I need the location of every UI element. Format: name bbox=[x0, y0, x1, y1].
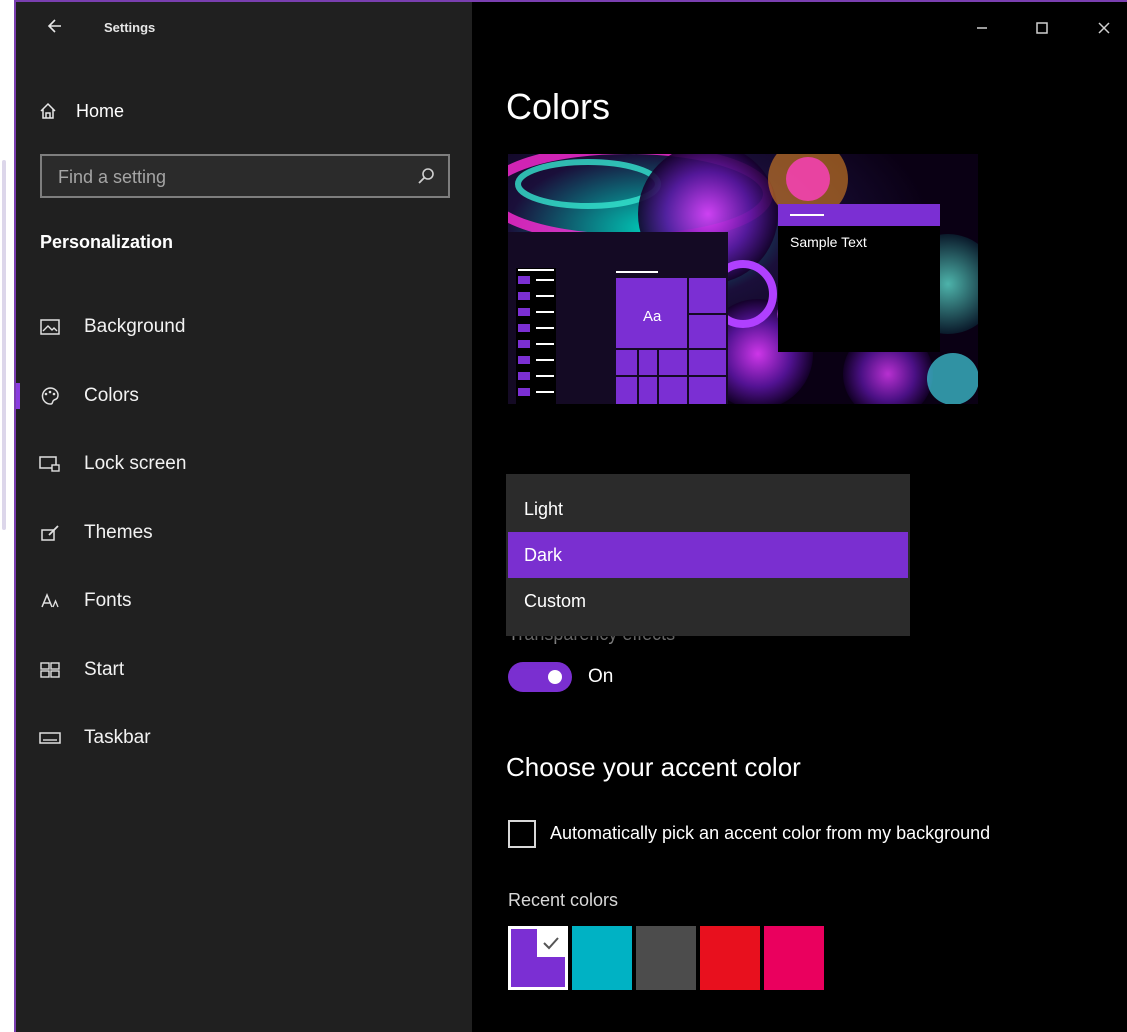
sidebar-item-label: Lock screen bbox=[84, 453, 187, 474]
theme-preview: Aa Sample Text bbox=[508, 154, 978, 404]
sidebar-item-label: Colors bbox=[84, 385, 139, 406]
search-placeholder: Find a setting bbox=[58, 167, 167, 187]
toggle-state-label: On bbox=[588, 666, 614, 687]
check-icon bbox=[537, 929, 565, 957]
auto-pick-label[interactable]: Automatically pick an accent color from … bbox=[550, 823, 990, 844]
sidebar-home[interactable]: Home bbox=[38, 94, 124, 128]
minimize-icon[interactable] bbox=[962, 14, 1002, 44]
transparency-toggle[interactable] bbox=[508, 662, 572, 692]
color-swatch-2[interactable] bbox=[572, 926, 632, 990]
recent-colors bbox=[508, 926, 824, 992]
start-icon bbox=[38, 658, 62, 682]
dropdown-option-dark[interactable]: Dark bbox=[508, 532, 908, 578]
sidebar-item-start[interactable]: Start bbox=[16, 645, 472, 695]
sidebar-item-background[interactable]: Background bbox=[16, 302, 472, 352]
lock-screen-icon bbox=[38, 452, 62, 476]
sidebar-item-label: Taskbar bbox=[84, 727, 151, 748]
toggle-knob bbox=[548, 670, 562, 684]
page-title: Colors bbox=[506, 86, 611, 127]
image-icon bbox=[38, 315, 62, 339]
auto-pick-checkbox[interactable] bbox=[508, 820, 536, 848]
sidebar-item-label: Background bbox=[84, 316, 186, 337]
home-icon bbox=[38, 101, 58, 121]
app-title: Settings bbox=[104, 20, 156, 35]
search-input[interactable]: Find a setting bbox=[40, 154, 450, 198]
sidebar: Settings Home Find a setting Personaliza… bbox=[16, 2, 472, 1032]
search-icon[interactable] bbox=[416, 166, 436, 186]
color-swatch-1[interactable] bbox=[508, 926, 568, 990]
color-swatch-3[interactable] bbox=[636, 926, 696, 990]
color-mode-dropdown[interactable]: Light Dark Custom bbox=[506, 474, 910, 636]
sidebar-item-label: Start bbox=[84, 659, 125, 680]
color-swatch-5[interactable] bbox=[764, 926, 824, 990]
sidebar-item-label: Themes bbox=[84, 522, 153, 543]
sidebar-item-lock-screen[interactable]: Lock screen bbox=[16, 439, 472, 489]
home-label: Home bbox=[76, 100, 125, 121]
sidebar-item-taskbar[interactable]: Taskbar bbox=[16, 713, 472, 763]
section-heading: Personalization bbox=[40, 232, 174, 252]
accent-heading: Choose your accent color bbox=[506, 752, 801, 782]
color-swatch-4[interactable] bbox=[700, 926, 760, 990]
preview-tile-text: Aa bbox=[643, 308, 662, 325]
close-icon[interactable] bbox=[1084, 14, 1124, 44]
main-content: Colors Aa Sample Text On Light Dark Cust… bbox=[472, 2, 1127, 1032]
preview-sample-text: Sample Text bbox=[790, 234, 867, 250]
back-arrow-icon[interactable] bbox=[42, 16, 66, 40]
taskbar-icon bbox=[38, 726, 62, 750]
sidebar-item-colors[interactable]: Colors bbox=[16, 371, 472, 421]
sidebar-item-fonts[interactable]: Fonts bbox=[16, 576, 472, 626]
dropdown-option-light[interactable]: Light bbox=[508, 486, 908, 532]
recent-colors-label: Recent colors bbox=[508, 890, 619, 910]
outer-scrollbar[interactable] bbox=[2, 160, 6, 530]
maximize-icon[interactable] bbox=[1022, 14, 1062, 44]
brush-icon bbox=[38, 521, 62, 545]
font-icon bbox=[38, 589, 62, 613]
palette-icon bbox=[38, 384, 62, 408]
dropdown-option-custom[interactable]: Custom bbox=[508, 578, 908, 624]
wallpaper-image bbox=[508, 154, 978, 404]
sidebar-item-label: Fonts bbox=[84, 590, 132, 611]
sidebar-item-themes[interactable]: Themes bbox=[16, 508, 472, 558]
